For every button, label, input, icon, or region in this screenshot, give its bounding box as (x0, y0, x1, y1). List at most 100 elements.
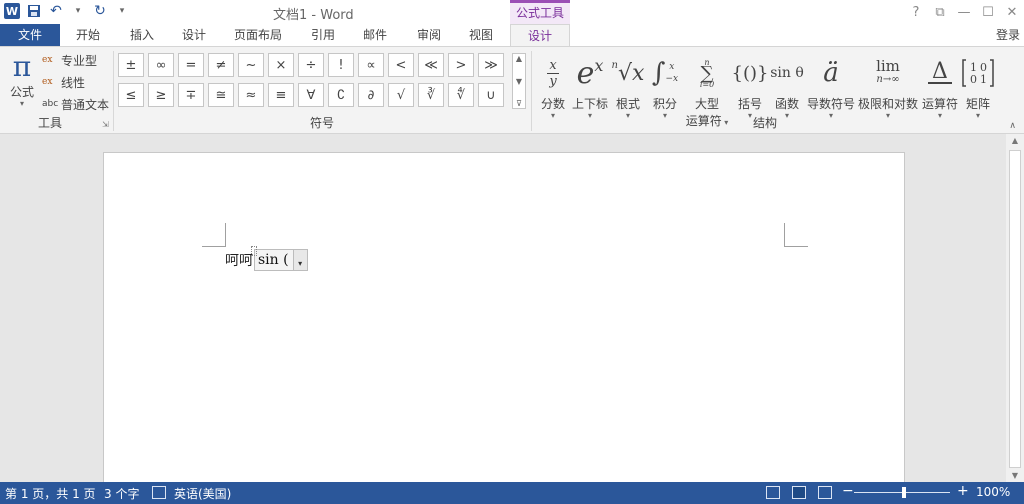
symbol-button[interactable]: ∜ (448, 83, 474, 107)
operator-button[interactable]: Δ 运算符 ▾ (920, 51, 960, 120)
scroll-up-icon[interactable]: ▲ (516, 54, 522, 63)
symbol-button[interactable]: ≫ (478, 53, 504, 77)
tab-home[interactable]: 开始 (64, 24, 112, 46)
symbol-button[interactable]: ∛ (418, 83, 444, 107)
symbol-button[interactable]: ≈ (238, 83, 264, 107)
paragraph[interactable]: 呵呵 sin ( ▾ (225, 246, 308, 271)
professional-button[interactable]: ex 专业型 (42, 51, 97, 69)
zoom-in-button[interactable]: + (957, 483, 969, 499)
tab-page-layout[interactable]: 页面布局 (226, 24, 290, 46)
help-icon[interactable]: ? (904, 0, 928, 24)
symbol-button[interactable]: ± (118, 53, 144, 77)
chevron-down-icon: ▾ (662, 111, 667, 120)
chevron-down-icon: ▾ (550, 111, 555, 120)
print-layout-icon[interactable] (792, 486, 806, 499)
symbol-button[interactable]: √ (388, 83, 414, 107)
minimize-icon[interactable]: — (952, 0, 976, 24)
integral-button[interactable]: ∫ x −x 积分 ▾ (648, 51, 682, 120)
tab-mailings[interactable]: 邮件 (352, 24, 398, 46)
equation-button[interactable]: π 公式 ▾ (6, 51, 38, 108)
save-icon[interactable] (26, 3, 42, 19)
language-indicator[interactable]: 英语(美国) (174, 485, 231, 502)
symbol-button[interactable]: ∀ (298, 83, 324, 107)
equation-options-dropdown[interactable]: ▾ (292, 250, 307, 270)
accent-button[interactable]: ä 导数符号 ▾ (806, 51, 856, 120)
tools-dialog-launcher-icon[interactable]: ⇲ (102, 120, 109, 129)
proofing-icon[interactable] (152, 486, 166, 499)
zoom-level[interactable]: 100% (976, 485, 1010, 499)
web-layout-icon[interactable] (818, 486, 832, 499)
symbol-button[interactable]: ! (328, 53, 354, 77)
maximize-icon[interactable]: ☐ (976, 0, 1000, 24)
tab-design[interactable]: 设计 (170, 24, 218, 46)
symbol-button[interactable]: × (268, 53, 294, 77)
fraction-button[interactable]: x y 分数 ▾ (536, 51, 570, 120)
scroll-down-icon[interactable]: ▼ (516, 77, 522, 86)
body-text[interactable]: 呵呵 (225, 250, 253, 270)
symbol-button[interactable]: = (178, 53, 204, 77)
tab-equation-design[interactable]: 设计 (510, 24, 570, 47)
redo-icon[interactable]: ↻ (92, 3, 108, 19)
customize-qat-icon[interactable]: ▾ (114, 3, 130, 19)
symbol-button[interactable]: ∝ (358, 53, 384, 77)
script-button[interactable]: e x 上下标 ▾ (570, 51, 610, 120)
symbol-button[interactable]: ≥ (148, 83, 174, 107)
document-page[interactable]: 呵呵 sin ( ▾ (103, 152, 905, 492)
symbol-button[interactable]: ∂ (358, 83, 384, 107)
symbol-button[interactable]: < (388, 53, 414, 77)
radical-button[interactable]: n √x 根式 ▾ (610, 51, 646, 120)
equation-handle-icon[interactable] (251, 246, 257, 256)
limit-log-button[interactable]: lim n→∞ 极限和对数 ▾ (856, 51, 920, 120)
zoom-slider-thumb[interactable] (902, 487, 906, 498)
symbol-button[interactable]: ≡ (268, 83, 294, 107)
linear-button[interactable]: ex 线性 (42, 73, 85, 91)
word-logo-icon[interactable]: W (4, 3, 20, 19)
linear-format-icon: ex (42, 77, 53, 87)
equation-text[interactable]: sin ( (258, 252, 293, 268)
scroll-down-icon[interactable]: ▼ (1006, 471, 1024, 480)
undo-icon[interactable]: ↶ (48, 3, 64, 19)
close-icon[interactable]: ✕ (1000, 0, 1024, 24)
tab-view[interactable]: 视图 (458, 24, 504, 46)
word-count[interactable]: 3 个字 (104, 485, 139, 502)
group-divider (113, 51, 114, 131)
undo-dropdown-icon[interactable]: ▾ (70, 3, 86, 19)
normal-text-button[interactable]: abc 普通文本 (42, 95, 109, 113)
ribbon-display-icon[interactable]: ⧉ (928, 0, 952, 24)
tab-insert[interactable]: 插入 (118, 24, 166, 46)
matrix-button[interactable]: 1 0 0 1 矩阵 ▾ (960, 51, 996, 120)
symbol-gallery-scroll[interactable]: ▲ ▼ ⊽ (512, 53, 526, 109)
scroll-up-icon[interactable]: ▲ (1006, 136, 1024, 145)
document-title: 文档1 - Word (273, 8, 354, 23)
symbol-button[interactable]: ~ (238, 53, 264, 77)
symbol-button[interactable]: ≪ (418, 53, 444, 77)
collapse-ribbon-icon[interactable]: ∧ (1009, 121, 1016, 131)
large-operator-label-line2: 运算符 ▾ (685, 114, 729, 128)
symbol-button[interactable]: ∞ (148, 53, 174, 77)
tab-references[interactable]: 引用 (300, 24, 346, 46)
symbol-button[interactable]: ÷ (298, 53, 324, 77)
gallery-expand-icon[interactable]: ⊽ (516, 99, 522, 108)
symbol-button[interactable]: > (448, 53, 474, 77)
page-count[interactable]: 第 1 页，共 1 页 (5, 485, 96, 502)
symbol-button[interactable]: ∁ (328, 83, 354, 107)
zoom-out-button[interactable]: − (842, 483, 854, 499)
function-button[interactable]: sin θ 函数 ▾ (768, 51, 806, 120)
tab-review[interactable]: 审阅 (406, 24, 452, 46)
symbol-button[interactable]: ∓ (178, 83, 204, 107)
symbol-button[interactable]: ≠ (208, 53, 234, 77)
sign-in-link[interactable]: 登录 (996, 24, 1020, 46)
vertical-scrollbar[interactable]: ▲ ▼ (1006, 134, 1024, 482)
window-controls: ? ⧉ — ☐ ✕ (904, 0, 1024, 24)
large-operator-button[interactable]: n ∑ i=0 大型 运算符 ▾ (684, 51, 730, 129)
symbol-button[interactable]: ≤ (118, 83, 144, 107)
chevron-down-icon: ▾ (828, 111, 833, 120)
equation-container[interactable]: sin ( ▾ (251, 246, 308, 271)
group-divider (531, 51, 532, 131)
scrollbar-thumb[interactable] (1009, 150, 1021, 468)
tab-file[interactable]: 文件 (0, 24, 60, 46)
symbol-button[interactable]: ≅ (208, 83, 234, 107)
symbol-button[interactable]: ∪ (478, 83, 504, 107)
read-mode-icon[interactable] (766, 486, 780, 499)
bracket-button[interactable]: {()} 括号 ▾ (732, 51, 769, 120)
